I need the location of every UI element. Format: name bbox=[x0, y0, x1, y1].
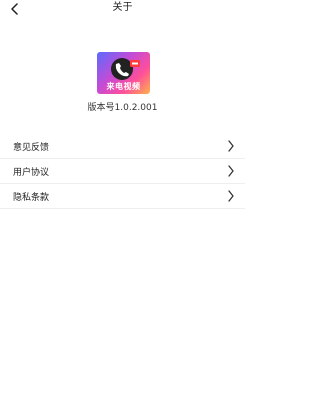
menu-list: 意见反馈 用户协议 隐私条款 bbox=[0, 134, 245, 209]
menu-item-user-agreement[interactable]: 用户协议 bbox=[0, 159, 245, 184]
about-page: 关于 来电视频 版本号1.0.2.001 意见反馈 用户协议 隐私条款 bbox=[0, 0, 245, 400]
menu-item-feedback[interactable]: 意见反馈 bbox=[0, 134, 245, 159]
chevron-right-icon bbox=[228, 165, 234, 177]
menu-item-privacy-policy[interactable]: 隐私条款 bbox=[0, 184, 245, 209]
page-title: 关于 bbox=[112, 2, 133, 13]
chevron-right-icon bbox=[228, 140, 234, 152]
chevron-right-icon bbox=[228, 190, 234, 202]
menu-item-label: 意见反馈 bbox=[13, 142, 50, 153]
menu-item-label: 用户协议 bbox=[13, 167, 50, 178]
menu-item-label: 隐私条款 bbox=[13, 192, 50, 203]
header-bar: 关于 bbox=[0, 0, 245, 20]
app-logo: 来电视频 bbox=[97, 52, 150, 94]
logo-text: 来电视频 bbox=[106, 82, 141, 91]
version-label: 版本号1.0.2.001 bbox=[87, 103, 158, 113]
